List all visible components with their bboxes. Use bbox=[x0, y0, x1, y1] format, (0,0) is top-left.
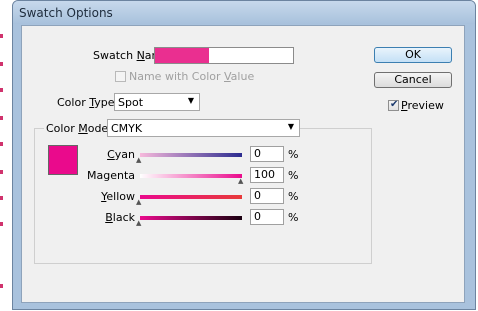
ok-button[interactable]: OK bbox=[374, 47, 452, 63]
color-mode-select[interactable]: CMYK ▼ bbox=[107, 119, 300, 137]
cyan-value-input[interactable]: 0 bbox=[250, 146, 284, 162]
cyan-slider-track[interactable] bbox=[140, 153, 242, 157]
color-type-select[interactable]: Spot ▼ bbox=[114, 93, 200, 111]
black-slider-row: Black ▲ 0 % bbox=[0, 209, 478, 227]
swatch-name-highlight bbox=[155, 48, 209, 63]
color-type-value: Spot bbox=[118, 96, 144, 109]
title-bar[interactable]: Swatch Options bbox=[13, 1, 475, 24]
color-mode-label: Color Mode: bbox=[44, 122, 114, 135]
yellow-percent-label: % bbox=[288, 190, 299, 203]
cyan-slider-row: Cyan ▲ 0 % bbox=[0, 146, 478, 164]
dialog-title: Swatch Options bbox=[19, 6, 113, 20]
yellow-slider-thumb[interactable]: ▲ bbox=[136, 198, 141, 206]
yellow-value-input[interactable]: 0 bbox=[250, 188, 284, 204]
magenta-label: Magenta bbox=[86, 169, 135, 182]
magenta-slider-track[interactable] bbox=[140, 174, 242, 178]
magenta-value-input[interactable]: 100 bbox=[250, 167, 284, 183]
cyan-label: Cyan bbox=[107, 148, 135, 161]
color-mode-value: CMYK bbox=[111, 122, 143, 135]
magenta-slider-thumb[interactable]: ▲ bbox=[238, 177, 243, 185]
black-percent-label: % bbox=[288, 211, 299, 224]
name-with-color-value-label: Name with Color Value bbox=[129, 70, 255, 83]
yellow-slider-row: Yellow ▲ 0 % bbox=[0, 188, 478, 206]
color-type-label: Color Type: bbox=[57, 96, 119, 109]
cancel-button[interactable]: Cancel bbox=[374, 72, 452, 88]
swatch-name-input[interactable] bbox=[154, 47, 294, 64]
name-with-color-value-checkbox[interactable] bbox=[115, 71, 126, 82]
cyan-percent-label: % bbox=[288, 148, 299, 161]
black-slider-track[interactable] bbox=[140, 216, 242, 220]
magenta-slider-row: Magenta ▲ 100 % bbox=[0, 167, 478, 185]
preview-label: Preview bbox=[401, 99, 444, 112]
yellow-slider-track[interactable] bbox=[140, 195, 242, 199]
magenta-percent-label: % bbox=[288, 169, 299, 182]
preview-checkbox[interactable]: ✔ bbox=[388, 99, 399, 111]
black-label: Black bbox=[105, 211, 135, 224]
black-value-input[interactable]: 0 bbox=[250, 209, 284, 225]
chevron-down-icon: ▼ bbox=[287, 122, 294, 131]
black-slider-thumb[interactable]: ▲ bbox=[136, 219, 141, 227]
checkmark-icon: ✔ bbox=[390, 99, 399, 110]
cyan-slider-thumb[interactable]: ▲ bbox=[136, 156, 141, 164]
chevron-down-icon: ▼ bbox=[187, 96, 194, 105]
yellow-label: Yellow bbox=[101, 190, 135, 203]
